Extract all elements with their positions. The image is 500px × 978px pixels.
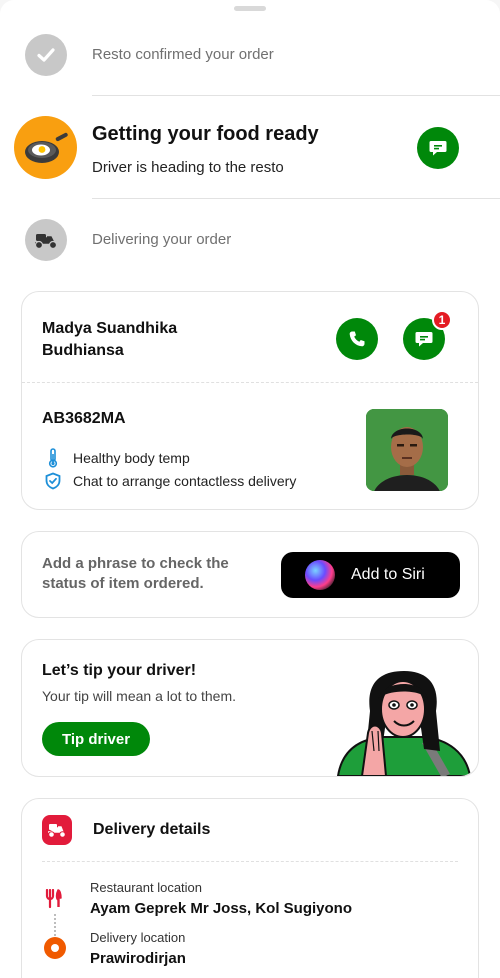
driver-card: Madya Suandhika Budhiansa 1 AB3682MA Hea… <box>21 291 479 510</box>
delivery-details-card: Delivery details Restaurant location Aya… <box>21 798 479 978</box>
driver-illustration <box>328 671 478 776</box>
unread-badge: 1 <box>432 310 452 330</box>
phone-icon <box>349 331 365 347</box>
call-driver-button[interactable] <box>336 318 378 360</box>
step-delivering: Delivering your order <box>92 231 232 248</box>
shield-icon <box>42 472 64 490</box>
feature-label: Chat to arrange contactless delivery <box>73 473 297 489</box>
step-food-ready-subtitle: Driver is heading to the resto <box>92 159 284 176</box>
feature-body-temp: Healthy body temp <box>42 448 190 468</box>
siri-icon <box>305 560 335 590</box>
add-to-siri-button[interactable]: Add to Siri <box>281 552 460 598</box>
restaurant-label: Restaurant location <box>90 880 203 895</box>
driver-photo <box>366 409 448 491</box>
step-resto-confirmed: Resto confirmed your order <box>92 46 274 63</box>
delivery-details-title: Delivery details <box>93 821 211 838</box>
restaurant-value: Ayam Geprek Mr Joss, Kol Sugiyono <box>90 900 353 917</box>
delivery-location-label: Delivery location <box>90 930 186 945</box>
siri-card: Add a phrase to check the status of item… <box>21 531 479 618</box>
check-icon <box>25 34 67 76</box>
order-tracking-sheet: Resto confirmed your order Getting your … <box>0 0 500 978</box>
dashed-divider <box>42 861 458 862</box>
sheet-drag-handle[interactable] <box>234 6 266 11</box>
chat-button[interactable] <box>417 127 459 169</box>
chat-icon <box>415 332 433 347</box>
tip-title: Let’s tip your driver! <box>42 662 197 679</box>
license-plate: AB3682MA <box>42 410 126 427</box>
thermometer-icon <box>42 448 64 468</box>
tip-subtitle: Your tip will mean a lot to them. <box>42 688 237 704</box>
add-to-siri-label: Add to Siri <box>351 566 425 583</box>
chat-icon <box>429 141 447 156</box>
dashed-divider <box>22 382 478 383</box>
divider <box>92 95 500 96</box>
tip-card: Let’s tip your driver! Your tip will mea… <box>21 639 479 777</box>
siri-prompt: Add a phrase to check the status of item… <box>42 555 229 592</box>
feature-label: Healthy body temp <box>73 450 190 466</box>
cooking-pan-icon <box>14 116 77 179</box>
route-connector <box>54 914 56 936</box>
delivery-location-value: Prawirodirjan <box>90 950 186 967</box>
divider <box>92 198 500 199</box>
delivery-scooter-icon <box>42 815 72 845</box>
restaurant-fork-knife-icon <box>44 888 66 914</box>
tip-driver-button[interactable]: Tip driver <box>42 722 150 756</box>
step-food-ready-title: Getting your food ready <box>92 123 319 145</box>
driver-name: Madya Suandhika Budhiansa <box>42 320 178 359</box>
feature-contactless: Chat to arrange contactless delivery <box>42 472 296 490</box>
scooter-icon <box>25 219 67 261</box>
delivery-pin-icon <box>44 937 66 959</box>
